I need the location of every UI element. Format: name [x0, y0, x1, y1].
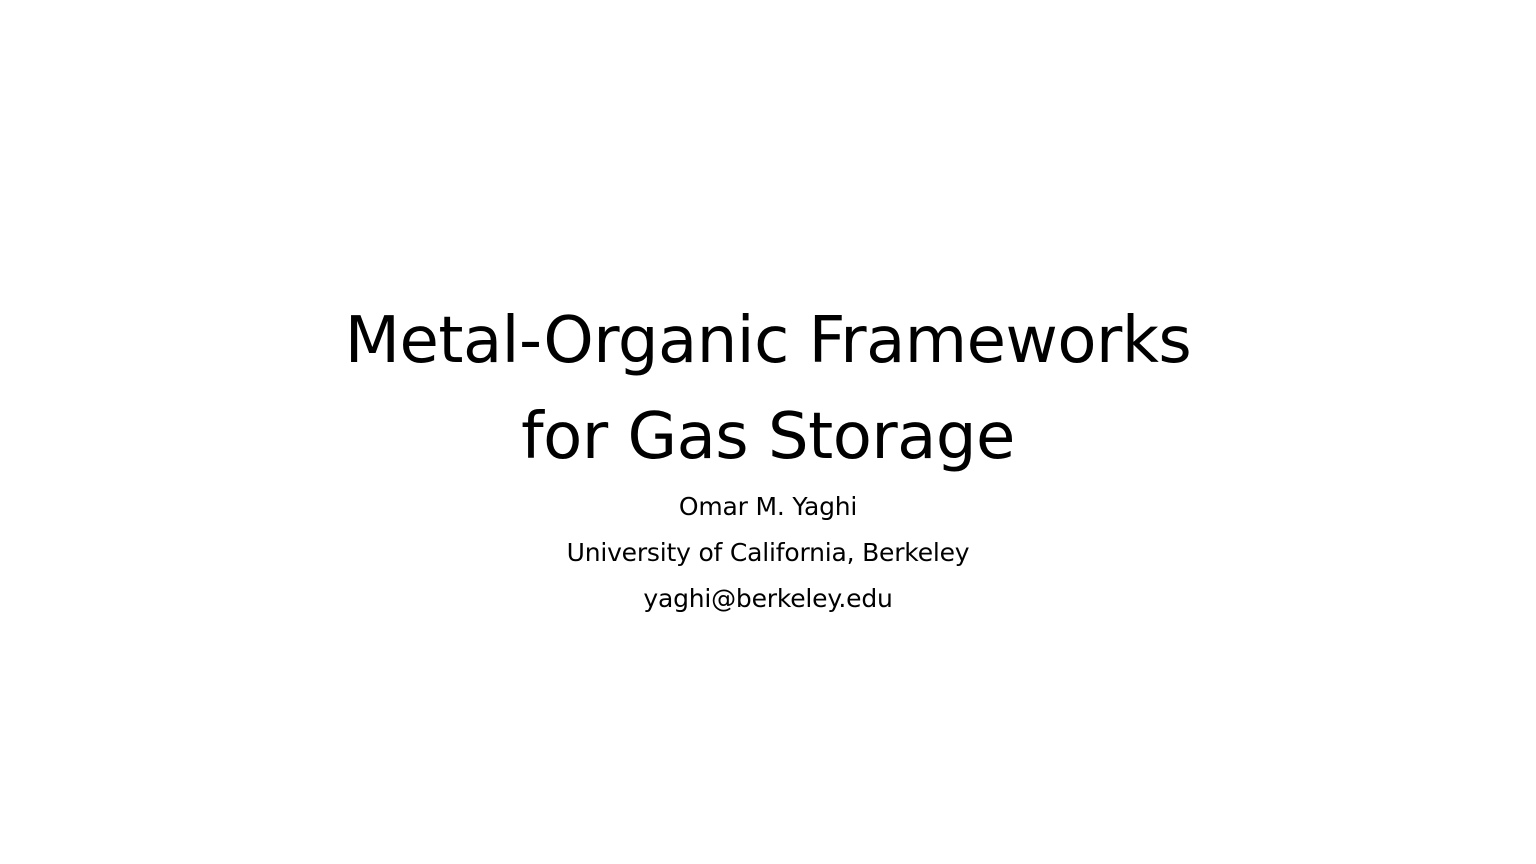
author-email: yaghi@berkeley.edu — [643, 584, 893, 613]
slide-subtitle: Omar M. Yaghi University of California, … — [0, 484, 1536, 622]
author-affiliation: University of California, Berkeley — [566, 538, 970, 567]
author-name: Omar M. Yaghi — [678, 492, 858, 521]
slide-title: Metal-Organic Frameworks for Gas Storage — [0, 293, 1536, 485]
slide-title-line-1: Metal-Organic Frameworks — [344, 303, 1192, 378]
slide-title-line-2: for Gas Storage — [521, 399, 1015, 474]
title-slide: Metal-Organic Frameworks for Gas Storage… — [0, 0, 1536, 864]
